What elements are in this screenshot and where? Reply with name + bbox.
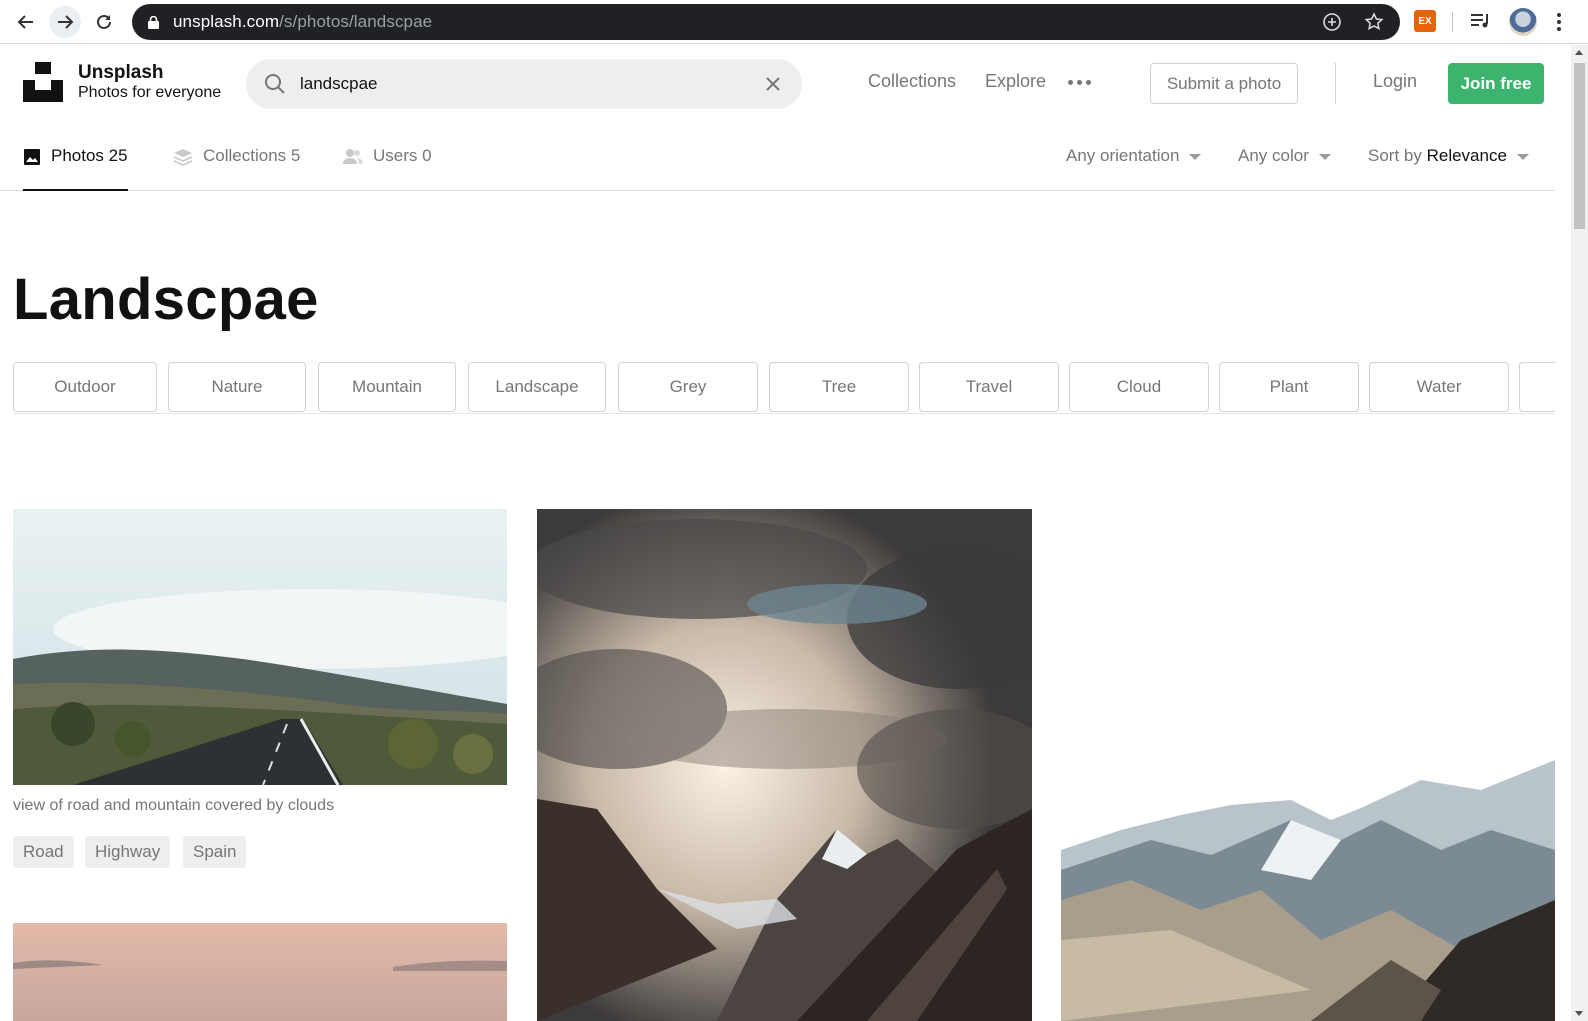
url-host: unsplash.com — [173, 12, 280, 31]
related-chip[interactable]: Landscape — [468, 362, 606, 412]
sort-filter[interactable]: Sort by Relevance — [1368, 146, 1529, 166]
lock-icon — [148, 15, 159, 29]
extension-icon[interactable]: EX — [1414, 10, 1436, 32]
login-link[interactable]: Login — [1373, 71, 1417, 92]
photo-tag[interactable]: Highway — [85, 836, 171, 868]
header-divider — [1335, 63, 1336, 104]
related-chip-overflow[interactable] — [1519, 362, 1555, 412]
brand-subtitle: Photos for everyone — [78, 84, 222, 101]
brand-title[interactable]: Unsplash — [78, 62, 164, 84]
browser-toolbar: unsplash.com/s/photos/landscpae EX — [0, 0, 1588, 44]
related-chip[interactable]: Plant — [1219, 362, 1359, 412]
profile-avatar[interactable] — [1509, 8, 1537, 36]
unsplash-logo[interactable] — [23, 62, 63, 102]
orientation-filter[interactable]: Any orientation — [1066, 146, 1202, 166]
arrow-right-icon — [58, 15, 74, 29]
color-filter-label: Any color — [1238, 146, 1309, 165]
page-scrollbar[interactable] — [1571, 45, 1588, 1021]
page-title: Landscpae — [13, 267, 319, 332]
related-chip[interactable]: Outdoor — [13, 362, 157, 412]
tab-photos-label: Photos 25 — [51, 146, 128, 165]
image-icon — [24, 149, 40, 165]
submit-photo-button[interactable]: Submit a photo — [1150, 63, 1298, 104]
search-bar[interactable] — [246, 59, 802, 109]
clear-search-icon[interactable] — [764, 75, 782, 93]
toolbar-divider — [1452, 12, 1453, 32]
sort-filter-label: Sort by Relevance — [1368, 146, 1507, 166]
related-chip[interactable]: Tree — [769, 362, 909, 412]
url-text: unsplash.com/s/photos/landscpae — [173, 12, 432, 32]
users-icon — [343, 149, 363, 164]
bookmark-star-icon[interactable] — [1364, 12, 1384, 32]
more-options-icon[interactable] — [1068, 80, 1091, 85]
related-chip[interactable]: Travel — [919, 362, 1059, 412]
address-bar[interactable]: unsplash.com/s/photos/landscpae — [132, 4, 1400, 40]
related-chip[interactable]: Mountain — [318, 362, 456, 412]
search-tabs-bar: Photos 25 Collections 5 Users 0 Any orie… — [0, 130, 1555, 191]
join-free-button[interactable]: Join free — [1448, 63, 1544, 104]
scroll-down-arrow-icon[interactable] — [1575, 1011, 1583, 1016]
sort-prefix: Sort by — [1368, 146, 1422, 165]
orientation-filter-label: Any orientation — [1066, 146, 1180, 165]
browser-menu-icon[interactable] — [1556, 12, 1562, 32]
tab-users[interactable]: Users 0 — [343, 146, 432, 191]
photo-snowy-range[interactable] — [1061, 760, 1555, 1021]
forward-button[interactable] — [49, 6, 81, 38]
photo-caption: view of road and mountain covered by clo… — [13, 797, 335, 814]
related-chip[interactable]: Nature — [168, 362, 306, 412]
sort-value: Relevance — [1426, 146, 1507, 165]
related-chip[interactable]: Cloud — [1069, 362, 1209, 412]
related-searches: Outdoor Nature Mountain Landscape Grey T… — [13, 362, 1555, 414]
scroll-up-arrow-icon[interactable] — [1575, 50, 1583, 55]
color-filter[interactable]: Any color — [1238, 146, 1331, 166]
back-button[interactable] — [10, 6, 42, 38]
nav-explore[interactable]: Explore — [985, 71, 1046, 92]
add-circle-icon[interactable] — [1322, 12, 1342, 32]
arrow-left-icon — [17, 15, 33, 29]
reload-button[interactable] — [88, 6, 120, 38]
tab-users-label: Users 0 — [373, 146, 432, 165]
tab-photos[interactable]: Photos 25 — [23, 146, 128, 191]
photo-road-mountain[interactable] — [13, 509, 507, 785]
related-chip[interactable]: Grey — [618, 362, 758, 412]
photo-cloudy-peak[interactable] — [537, 509, 1032, 1021]
url-path: /s/photos/landscpae — [279, 12, 433, 31]
photo-misty-lake[interactable] — [13, 923, 507, 1021]
extension-badge-label: EX — [1418, 15, 1432, 27]
photo-tag[interactable]: Road — [13, 836, 74, 868]
media-queue-icon[interactable] — [1470, 11, 1492, 31]
collections-stack-icon — [173, 149, 193, 166]
chevron-down-icon — [1516, 154, 1529, 160]
nav-collections[interactable]: Collections — [868, 71, 956, 92]
tab-collections-label: Collections 5 — [203, 146, 301, 165]
search-input[interactable] — [300, 71, 740, 97]
tab-collections[interactable]: Collections 5 — [173, 146, 300, 191]
chevron-down-icon — [1318, 154, 1331, 160]
related-chip[interactable]: Water — [1369, 362, 1509, 412]
photo-tag[interactable]: Spain — [183, 836, 247, 868]
reload-icon — [97, 14, 111, 29]
chevron-down-icon — [1189, 154, 1202, 160]
search-icon[interactable] — [264, 73, 286, 95]
scrollbar-thumb[interactable] — [1574, 63, 1585, 229]
